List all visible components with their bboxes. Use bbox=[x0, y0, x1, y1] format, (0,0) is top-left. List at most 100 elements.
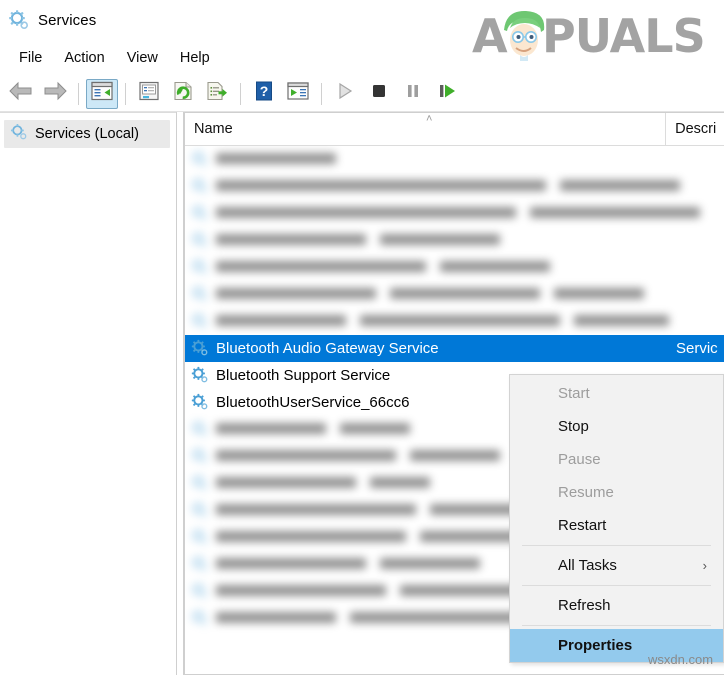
service-name-cell bbox=[216, 178, 694, 195]
pane-splitter[interactable] bbox=[176, 112, 184, 675]
wsxdn-watermark: wsxdn.com bbox=[648, 652, 714, 667]
context-menu-item-stop[interactable]: Stop bbox=[510, 410, 723, 443]
tree-item-label: Services (Local) bbox=[35, 126, 139, 142]
context-menu-separator bbox=[522, 585, 711, 586]
service-gear-icon bbox=[191, 393, 210, 412]
pause-service-icon bbox=[404, 81, 422, 106]
table-row[interactable] bbox=[185, 308, 724, 335]
back-button[interactable] bbox=[5, 79, 37, 109]
table-row[interactable] bbox=[185, 173, 724, 200]
table-row[interactable] bbox=[185, 254, 724, 281]
context-menu-item-label: Pause bbox=[558, 451, 601, 468]
toolbar-separator bbox=[78, 82, 79, 105]
context-menu-item-resume: Resume bbox=[510, 476, 723, 509]
service-gear-icon bbox=[191, 420, 210, 439]
forward-button[interactable] bbox=[39, 79, 71, 109]
service-name-cell bbox=[216, 259, 564, 276]
service-name-cell bbox=[216, 286, 658, 303]
export-list-icon bbox=[206, 81, 228, 106]
context-menu-item-pause: Pause bbox=[510, 443, 723, 476]
menu-file[interactable]: File bbox=[8, 47, 53, 69]
sort-ascending-icon: ˄ bbox=[426, 112, 433, 125]
chevron-right-icon: › bbox=[702, 558, 707, 573]
context-menu-item-refresh[interactable]: Refresh bbox=[510, 589, 723, 622]
context-menu-item-label: Refresh bbox=[558, 597, 611, 614]
service-name-cell bbox=[216, 556, 494, 573]
refresh-button[interactable] bbox=[167, 79, 199, 109]
table-row[interactable] bbox=[185, 146, 724, 173]
service-name-cell: BluetoothUserService_66cc6 bbox=[216, 394, 410, 411]
service-name-cell bbox=[216, 151, 350, 168]
table-row-selected[interactable]: Bluetooth Audio Gateway Service Servic bbox=[185, 335, 724, 362]
window-title: Services bbox=[38, 11, 97, 29]
service-gear-icon bbox=[191, 285, 210, 304]
column-header-description[interactable]: Descri bbox=[666, 113, 724, 146]
back-icon bbox=[9, 81, 33, 106]
context-menu-item-label: Resume bbox=[558, 484, 614, 501]
context-menu-item-all-tasks[interactable]: All Tasks › bbox=[510, 549, 723, 582]
service-name-cell bbox=[216, 475, 444, 492]
service-gear-icon bbox=[191, 609, 210, 628]
service-gear-icon bbox=[191, 204, 210, 223]
refresh-icon bbox=[172, 81, 194, 106]
context-menu-item-label: Restart bbox=[558, 517, 607, 534]
table-row[interactable] bbox=[185, 227, 724, 254]
tree-item-services-local[interactable]: Services (Local) bbox=[4, 120, 170, 148]
service-gear-icon bbox=[191, 231, 210, 250]
service-gear-icon bbox=[191, 258, 210, 277]
toolbar-separator bbox=[240, 82, 241, 105]
column-header-name[interactable]: Name ˄ bbox=[185, 112, 667, 146]
context-menu-item-label: Stop bbox=[558, 418, 589, 435]
service-name-cell bbox=[216, 205, 714, 222]
context-menu-item-label: Start bbox=[558, 385, 590, 402]
start-service-button[interactable] bbox=[329, 79, 361, 109]
context-menu-separator bbox=[522, 625, 711, 626]
service-gear-icon bbox=[191, 366, 210, 385]
toolbar: ? bbox=[0, 76, 724, 112]
menu-action[interactable]: Action bbox=[53, 47, 115, 69]
show-hide-console-tree-button[interactable] bbox=[86, 78, 118, 109]
service-name-cell bbox=[216, 313, 683, 330]
context-menu-item-label: All Tasks bbox=[558, 557, 617, 574]
services-window: Services File Action View Help ? Service… bbox=[0, 0, 724, 675]
context-menu-item-restart[interactable]: Restart bbox=[510, 509, 723, 542]
show-hide-console-tree-icon bbox=[91, 81, 113, 106]
service-gear-icon bbox=[191, 177, 210, 196]
toolbar-separator bbox=[321, 82, 322, 105]
table-row[interactable] bbox=[185, 200, 724, 227]
stop-service-button[interactable] bbox=[363, 79, 395, 109]
service-name-cell bbox=[216, 232, 514, 249]
service-gear-icon bbox=[191, 339, 210, 358]
console-tree-pane: Services (Local) bbox=[0, 112, 176, 675]
table-row[interactable] bbox=[185, 281, 724, 308]
services-gear-icon bbox=[10, 123, 28, 145]
help-button[interactable]: ? bbox=[248, 79, 280, 109]
service-name-cell bbox=[216, 610, 534, 627]
context-menu-item-label: Properties bbox=[558, 637, 633, 654]
menu-bar: File Action View Help bbox=[0, 40, 724, 76]
service-gear-icon bbox=[191, 528, 210, 547]
title-bar: Services bbox=[0, 0, 724, 40]
service-name-cell bbox=[216, 421, 424, 438]
stop-service-icon bbox=[370, 81, 388, 106]
pause-service-button[interactable] bbox=[397, 79, 429, 109]
service-gear-icon bbox=[191, 447, 210, 466]
toolbar-separator bbox=[125, 82, 126, 105]
service-name-cell: Bluetooth Support Service bbox=[216, 367, 391, 384]
service-name-cell: Bluetooth Audio Gateway Service bbox=[216, 340, 439, 357]
help-icon: ? bbox=[254, 81, 274, 106]
service-description-cell: Servic bbox=[676, 340, 718, 357]
svg-text:?: ? bbox=[260, 83, 269, 99]
start-service-icon bbox=[336, 81, 354, 106]
menu-view[interactable]: View bbox=[116, 47, 169, 69]
column-header-description-label: Descri bbox=[675, 121, 717, 137]
forward-icon bbox=[43, 81, 67, 106]
context-menu: Start Stop Pause Resume Restart All Tasks › Ref… bbox=[509, 374, 724, 663]
list-header: Name ˄ Descri bbox=[185, 112, 724, 146]
service-gear-icon bbox=[191, 312, 210, 331]
export-list-button[interactable] bbox=[201, 79, 233, 109]
show-action-pane-button[interactable] bbox=[282, 79, 314, 109]
menu-help[interactable]: Help bbox=[169, 47, 221, 69]
properties-button[interactable] bbox=[133, 79, 165, 109]
restart-service-button[interactable] bbox=[431, 79, 463, 109]
